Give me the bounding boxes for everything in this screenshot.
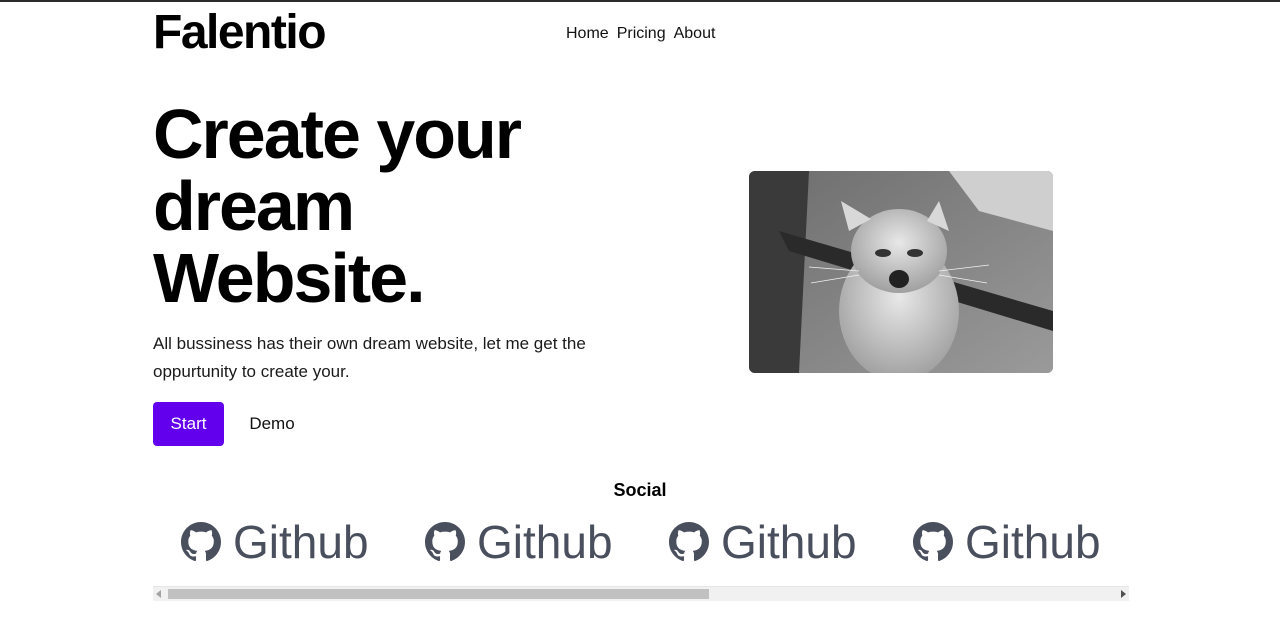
github-icon (181, 522, 221, 562)
github-icon (669, 522, 709, 562)
social-link-github-3[interactable]: Github (669, 512, 857, 572)
social-label: Github (233, 516, 369, 568)
top-border (0, 0, 1280, 2)
social-link-github-1[interactable]: Github (181, 512, 369, 572)
social-label: Github (721, 516, 857, 568)
start-button[interactable]: Start (153, 402, 224, 446)
horizontal-scrollbar[interactable] (153, 586, 1129, 601)
social-label: Github (477, 516, 613, 568)
demo-button[interactable]: Demo (236, 402, 308, 446)
hero-title: Create your dream Website. (153, 95, 522, 317)
social-label: Github (965, 516, 1101, 568)
main-nav: Home Pricing About (566, 24, 715, 44)
scroll-right-arrow-icon[interactable] (1121, 590, 1126, 598)
nav-item-home[interactable]: Home (566, 24, 609, 44)
scroll-left-arrow-icon[interactable] (156, 590, 161, 598)
brand-logo[interactable]: Falentio (153, 6, 327, 60)
github-icon (425, 522, 465, 562)
nav-item-pricing[interactable]: Pricing (617, 24, 666, 44)
github-icon (913, 522, 953, 562)
social-link-github-4[interactable]: Github (913, 512, 1101, 572)
hero-description: All bussiness has their own dream websit… (153, 334, 586, 381)
nav-item-about[interactable]: About (674, 24, 716, 44)
social-link-github-2[interactable]: Github (425, 512, 613, 572)
social-list: Github Github Github Github (153, 512, 1128, 584)
hero-cat-image (749, 171, 1053, 373)
cat-photo-icon (749, 171, 1053, 373)
scrollbar-thumb[interactable] (168, 589, 709, 599)
social-heading: Social (613, 480, 667, 500)
